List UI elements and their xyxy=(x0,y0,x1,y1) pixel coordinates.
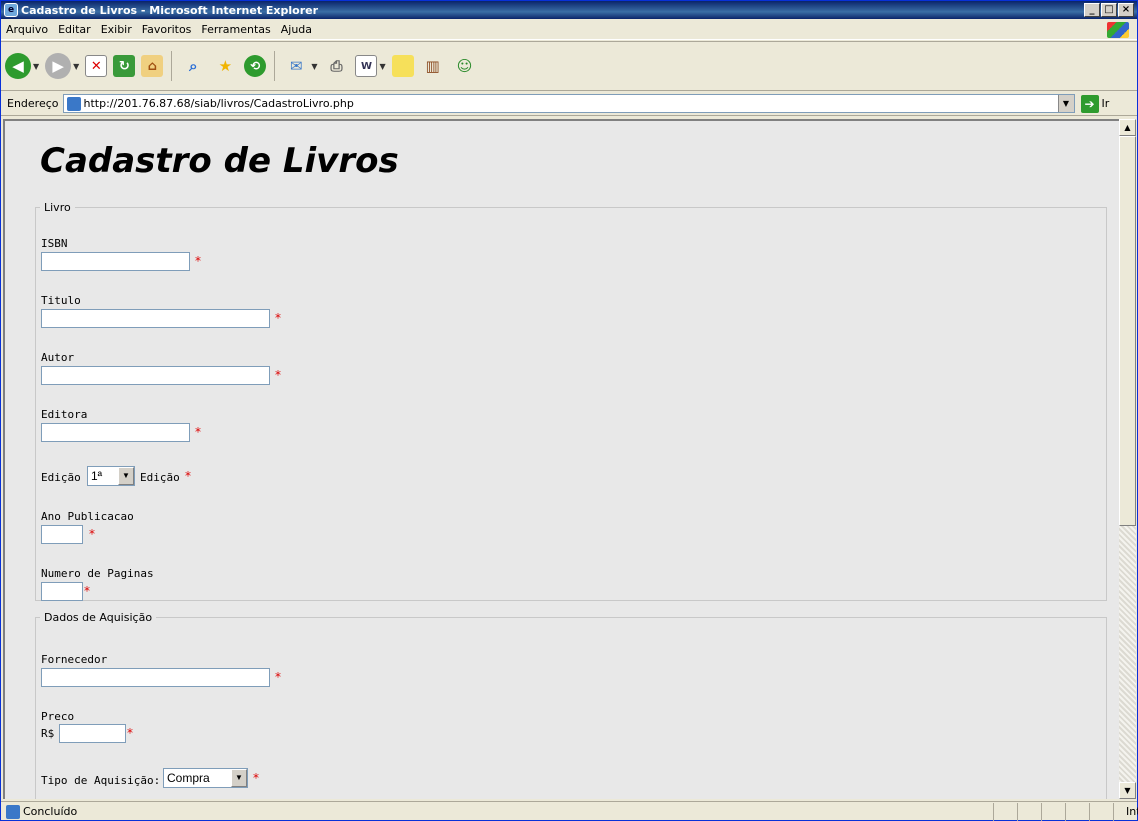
address-url: http://201.76.87.68/siab/livros/Cadastro… xyxy=(83,97,354,110)
legend-aquisicao: Dados de Aquisição xyxy=(44,611,153,624)
back-dropdown-icon[interactable]: ▼ xyxy=(33,62,39,71)
go-arrow-icon: ➔ xyxy=(1080,94,1099,113)
titulo-label: Titulo xyxy=(41,294,81,307)
status-bar: Concluído Internet xyxy=(1,801,1138,821)
isbn-input[interactable] xyxy=(41,252,190,271)
messenger-icon[interactable]: ☺ xyxy=(452,53,478,79)
scroll-up-icon[interactable]: ▲ xyxy=(1119,119,1136,136)
legend-livro: Livro xyxy=(44,201,71,214)
tipo-label: Tipo de Aquisição: xyxy=(41,774,161,787)
mail-dropdown-icon[interactable]: ▼ xyxy=(311,62,317,71)
menu-arquivo[interactable]: Arquivo xyxy=(1,23,53,36)
status-cell xyxy=(1017,802,1041,821)
go-button[interactable]: ➔ Ir xyxy=(1080,94,1110,113)
status-cell xyxy=(1089,802,1113,821)
preco-label: Preco xyxy=(41,710,75,723)
edicao-value: 1ª xyxy=(91,469,103,483)
print-icon[interactable]: ⎙ xyxy=(323,53,349,79)
titulo-input[interactable] xyxy=(41,309,270,328)
status-cell xyxy=(993,802,1017,821)
autor-required: * xyxy=(275,368,281,382)
address-input[interactable]: http://201.76.87.68/siab/livros/Cadastro… xyxy=(62,94,1075,113)
edicao-dropdown-icon[interactable]: ▼ xyxy=(118,467,134,485)
isbn-label: ISBN xyxy=(41,237,68,250)
editora-input[interactable] xyxy=(41,423,190,442)
address-label: Endereço xyxy=(7,97,59,110)
status-cell xyxy=(1065,802,1089,821)
edicao-required: * xyxy=(185,469,191,483)
tipo-required: * xyxy=(253,771,259,785)
minimize-button[interactable]: _ xyxy=(1084,3,1100,17)
page-content: Cadastro de Livros Livro ISBN * Titulo *… xyxy=(3,119,1122,799)
notes-icon[interactable] xyxy=(391,55,414,77)
titulo-required: * xyxy=(275,311,281,325)
home-icon[interactable]: ⌂ xyxy=(141,55,164,77)
edicao-suffix: Edição xyxy=(140,471,180,484)
zone-label: Internet xyxy=(1126,805,1138,818)
preco-required: * xyxy=(127,726,133,740)
windows-logo xyxy=(1107,21,1129,38)
isbn-required: * xyxy=(195,254,201,268)
history-icon[interactable]: ⟲ xyxy=(244,55,267,77)
autor-input[interactable] xyxy=(41,366,270,385)
paginas-input[interactable] xyxy=(41,582,83,601)
mail-icon[interactable]: ✉ xyxy=(283,53,309,79)
edicao-select[interactable]: 1ª ▼ xyxy=(87,466,135,486)
address-bar: Endereço http://201.76.87.68/siab/livros… xyxy=(1,92,1137,116)
back-icon[interactable]: ◀ xyxy=(5,53,31,79)
tipo-value: Compra xyxy=(167,771,210,785)
autor-label: Autor xyxy=(41,351,75,364)
refresh-icon[interactable]: ↻ xyxy=(113,55,136,77)
menu-favoritos[interactable]: Favoritos xyxy=(137,23,197,36)
research-icon[interactable]: ▥ xyxy=(420,53,446,79)
edit-dropdown-icon[interactable]: ▼ xyxy=(379,62,385,71)
forward-dropdown-icon[interactable]: ▼ xyxy=(73,62,79,71)
scroll-down-icon[interactable]: ▼ xyxy=(1119,782,1136,799)
edit-word-icon[interactable]: W xyxy=(355,55,378,77)
vertical-scrollbar[interactable]: ▲ ▼ xyxy=(1119,119,1136,799)
close-button[interactable]: × xyxy=(1118,3,1134,17)
ie-icon: e xyxy=(4,3,18,17)
menu-ajuda[interactable]: Ajuda xyxy=(276,23,317,36)
ano-input[interactable] xyxy=(41,525,83,544)
fornecedor-input[interactable] xyxy=(41,668,270,687)
menu-ferramentas[interactable]: Ferramentas xyxy=(196,23,275,36)
status-text: Concluído xyxy=(23,805,78,818)
security-zone: Internet xyxy=(1113,802,1138,821)
status-cell xyxy=(1041,802,1065,821)
menu-exibir[interactable]: Exibir xyxy=(96,23,137,36)
menu-bar: Arquivo Editar Exibir Favoritos Ferramen… xyxy=(1,20,1137,40)
ano-required: * xyxy=(89,527,95,541)
maximize-button[interactable]: □ xyxy=(1101,3,1117,17)
scroll-thumb[interactable] xyxy=(1119,136,1136,526)
status-page-icon xyxy=(6,804,20,819)
address-dropdown-icon[interactable]: ▼ xyxy=(1057,95,1074,112)
go-label: Ir xyxy=(1101,97,1110,110)
tipo-dropdown-icon[interactable]: ▼ xyxy=(231,769,247,787)
preco-prefix: R$ xyxy=(41,727,55,740)
favorites-icon[interactable]: ★ xyxy=(212,53,238,79)
toolbar: ◀ ▼ ▶ ▼ ✕ ↻ ⌂ ⌕ ★ ⟲ ✉ ▼ ⎙ W ▼ ▥ ☺ xyxy=(1,41,1137,91)
tipo-select[interactable]: Compra ▼ xyxy=(163,768,248,788)
search-icon[interactable]: ⌕ xyxy=(180,53,206,79)
editora-required: * xyxy=(195,425,201,439)
editora-label: Editora xyxy=(41,408,88,421)
ie-window: e Cadastro de Livros - Microsoft Interne… xyxy=(0,0,1138,821)
edicao-label: Edição xyxy=(41,471,81,484)
fornecedor-required: * xyxy=(275,670,281,684)
fornecedor-label: Fornecedor xyxy=(41,653,108,666)
page-icon xyxy=(66,96,81,111)
title-bar: e Cadastro de Livros - Microsoft Interne… xyxy=(1,1,1137,19)
page-title: Cadastro de Livros xyxy=(40,141,399,181)
menu-editar[interactable]: Editar xyxy=(53,23,96,36)
paginas-required: * xyxy=(84,584,90,598)
window-title: Cadastro de Livros - Microsoft Internet … xyxy=(21,3,319,17)
ano-label: Ano Publicacao xyxy=(41,510,134,523)
stop-icon[interactable]: ✕ xyxy=(85,55,108,77)
forward-icon[interactable]: ▶ xyxy=(45,53,72,79)
preco-input[interactable] xyxy=(59,724,126,743)
paginas-label: Numero de Paginas xyxy=(41,567,154,580)
